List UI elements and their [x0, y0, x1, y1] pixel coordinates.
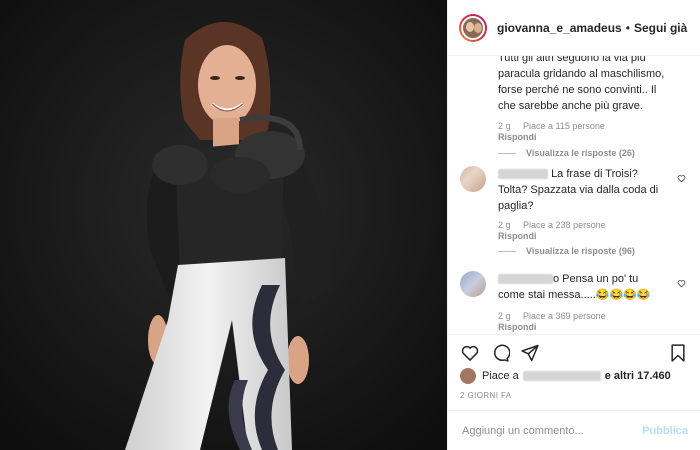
liker-avatar	[460, 368, 476, 384]
redacted-liker	[522, 371, 601, 381]
comment-like-icon[interactable]	[677, 279, 686, 288]
redacted-username	[498, 274, 553, 285]
comment-meta: 2 g Piace a 238 persone	[498, 220, 678, 231]
post-header: giovanna_e_amadeus • Segui già	[448, 0, 700, 56]
reply-button[interactable]: Rispondi	[498, 322, 678, 333]
replies-line	[498, 250, 516, 252]
add-comment-bar: Pubblica	[448, 410, 700, 450]
comment-likes[interactable]: Piace a 115 persone	[523, 121, 605, 131]
comment-likes[interactable]: Piace a 238 persone	[523, 220, 606, 230]
separator-dot: •	[625, 20, 630, 35]
comment-time: 2 g	[498, 121, 511, 131]
following-button[interactable]: Segui già	[634, 21, 687, 35]
comment-icon[interactable]	[490, 343, 510, 363]
comment-line: paracula gridando al maschilismo,	[498, 68, 665, 80]
comment-line: Tolta? Spazzata via dalla coda di	[498, 184, 659, 196]
comment-first-line: o Pensa un po' tu	[553, 273, 639, 285]
reply-button[interactable]: Rispondi	[498, 132, 678, 143]
view-replies-button[interactable]: Visualizza le risposte (26)	[498, 148, 635, 158]
view-replies-label: Visualizza le risposte (26)	[526, 148, 635, 158]
comment-meta: 2 g Piace a 115 persone	[498, 121, 678, 132]
publish-button[interactable]: Pubblica	[642, 425, 688, 437]
post-photo-illustration	[0, 0, 447, 450]
comment-time: 2 g	[498, 311, 511, 321]
view-replies-button[interactable]: Visualizza le risposte (96)	[498, 246, 635, 256]
reply-button[interactable]: Rispondi	[498, 231, 678, 242]
comment-text: o Pensa un po' tu come stai messa.....😂😂…	[498, 271, 678, 303]
likes-prefix: Piace a	[482, 370, 519, 382]
replies-line	[498, 152, 516, 154]
redacted-username	[498, 169, 548, 180]
comment-line: forse perché ne sono convinti.. Il	[498, 84, 657, 96]
post-date: 2 GIORNI FA	[460, 391, 512, 400]
view-replies-label: Visualizza le risposte (96)	[526, 246, 635, 256]
bookmark-icon[interactable]	[668, 343, 688, 363]
commenter-avatar[interactable]	[460, 166, 486, 192]
heart-icon[interactable]	[460, 343, 480, 363]
share-icon[interactable]	[520, 343, 540, 363]
comment-first-line: La frase di Troisi?	[551, 168, 638, 180]
comments-list[interactable]: Tutti gli altri seguono la via più parac…	[448, 56, 700, 333]
comment-likes[interactable]: Piace a 369 persone	[523, 311, 606, 321]
author-avatar[interactable]	[459, 13, 487, 42]
author-username[interactable]: giovanna_e_amadeus	[497, 21, 622, 35]
comment-line: Tutti gli altri seguono la via più	[498, 56, 646, 64]
comment-time: 2 g	[498, 220, 511, 230]
commenter-avatar[interactable]	[460, 271, 486, 297]
likes-count: e altri 17.460	[604, 370, 671, 382]
comment-line: che sarebbe anche più grave.	[498, 100, 643, 112]
post-photo[interactable]	[0, 0, 447, 450]
comment-like-icon[interactable]	[677, 174, 686, 183]
comment-meta: 2 g Piace a 369 persone	[498, 311, 678, 322]
comment-line: paglia?	[498, 200, 534, 212]
comment-input[interactable]	[460, 423, 643, 438]
post-sidebar: giovanna_e_amadeus • Segui già Tutti gli…	[447, 0, 700, 450]
comment-text: Tutti gli altri seguono la via più parac…	[498, 56, 678, 114]
comment-line: come stai messa.....😂😂😂😂	[498, 289, 651, 301]
likes-summary[interactable]: Piace a e altri 17.460	[460, 368, 690, 384]
comment-line: La frase di Troisi?	[498, 166, 678, 182]
comment-text: La frase di Troisi? Tolta? Spazzata via …	[498, 166, 678, 214]
comment-line: o Pensa un po' tu	[498, 271, 678, 287]
